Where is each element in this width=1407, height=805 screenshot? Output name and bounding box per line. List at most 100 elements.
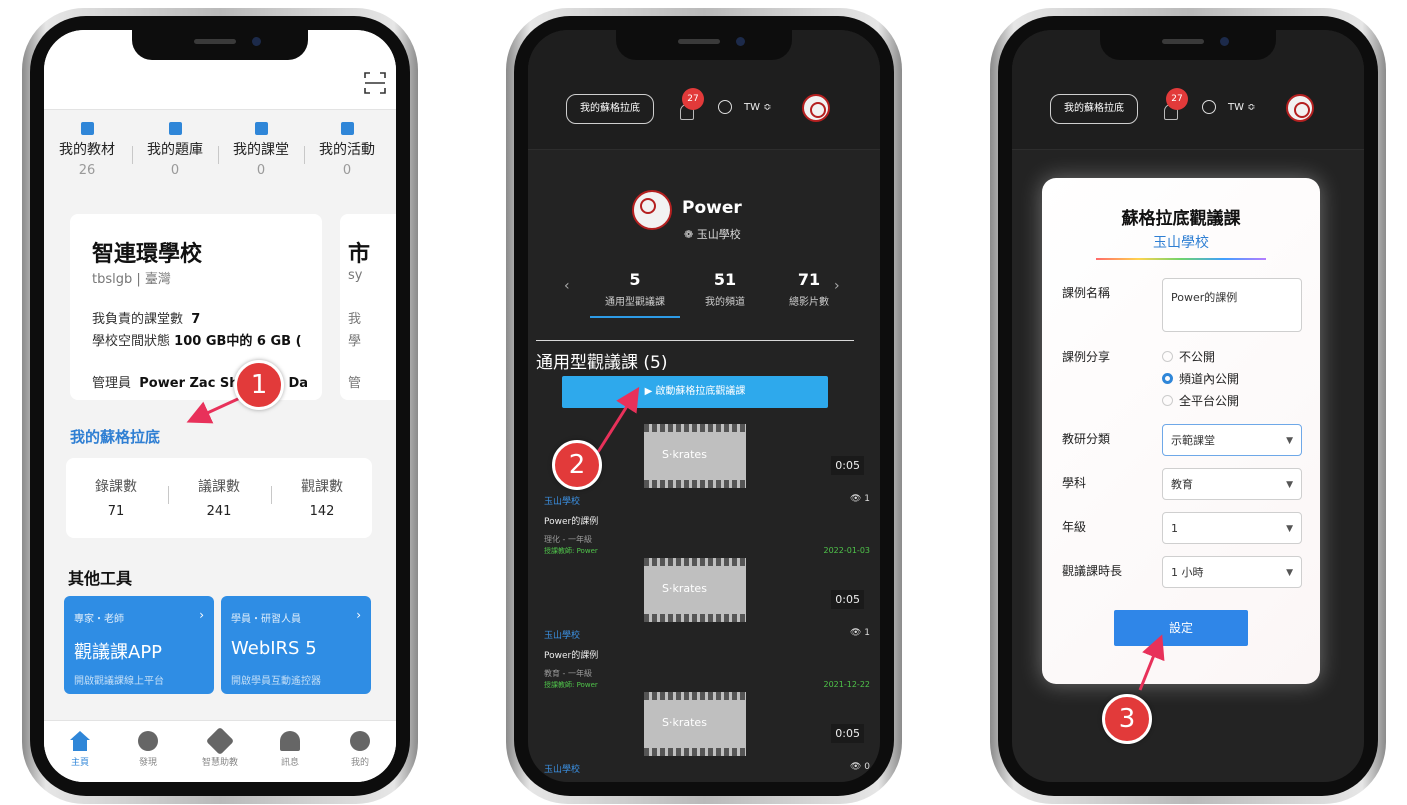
grade-select[interactable]: 1 ▼: [1162, 512, 1302, 544]
my-socrates-button[interactable]: 我的蘇格拉底: [566, 94, 654, 124]
stat-label: 我的活動: [319, 142, 375, 158]
school-card-next[interactable]: 市 sy 我 學 管: [340, 214, 396, 400]
home-body: 我的教材 26 我的題庫 0 我的課堂 0 我的活動 0 智連環學校 tbslg…: [44, 110, 396, 722]
video-date: 2022-01-03: [823, 546, 871, 555]
home-screen: 我的教材 26 我的題庫 0 我的課堂 0 我的活動 0 智連環學校 tbslg…: [44, 30, 396, 782]
tool-card-observation-app[interactable]: 專家・老師 › 觀議課APP 開啟觀議課線上平台: [64, 596, 214, 694]
tab-my-channel[interactable]: 51 我的頻道: [680, 270, 770, 308]
settings-screen: 我的蘇格拉底 27 TW ≎ 蘇格拉底觀議課 玉山學校 課例名稱 Power的課…: [1012, 30, 1364, 782]
video-title[interactable]: Power的課例: [544, 648, 598, 661]
school-card[interactable]: 智連環學校 tbslgb | 臺灣 我負責的課堂數 7 學校空間狀態 100 G…: [70, 214, 322, 400]
phone-notch: [616, 30, 792, 60]
phone-frame-socrates: 我的蘇格拉底 27 TW ≎ Power ❁ 玉山學校 ‹ 5 通用型觀議課 51…: [506, 8, 902, 804]
stat-label: 我的課堂: [233, 142, 289, 158]
chevron-right-icon: ›: [356, 608, 361, 622]
space-row: 學校空間狀態 100 GB中的 6 GB (: [92, 334, 302, 349]
start-observation-button[interactable]: ▶ 啟動蘇格拉底觀議課: [562, 376, 828, 408]
caret-down-icon: ▼: [1286, 436, 1293, 446]
section-title: 通用型觀議課 (5): [536, 353, 668, 373]
language-select[interactable]: TW ≎: [1228, 102, 1256, 113]
stat-classroom[interactable]: 我的課堂 0: [218, 122, 304, 178]
stat-materials[interactable]: 我的教材 26: [44, 122, 130, 178]
subject-select[interactable]: 教育 ▼: [1162, 468, 1302, 500]
admin-row: 管理員 Power Zac Shi Bella Da: [92, 376, 309, 391]
tab-assistant[interactable]: 智慧助教: [190, 726, 250, 768]
stat-question-bank[interactable]: 我的題庫 0: [132, 122, 218, 178]
share-radio-channel[interactable]: 頻道內公開: [1162, 370, 1239, 387]
stat-label: 我的教材: [59, 142, 115, 158]
phone-notch: [1100, 30, 1276, 60]
stat-value: 0: [170, 163, 180, 178]
socrates-screen: 我的蘇格拉底 27 TW ≎ Power ❁ 玉山學校 ‹ 5 通用型觀議課 51…: [528, 30, 880, 782]
chevron-right-icon: ›: [199, 608, 204, 622]
submit-button[interactable]: 設定: [1114, 610, 1248, 646]
divider: [1096, 258, 1266, 260]
video-title[interactable]: Power的課例: [544, 514, 598, 527]
tab-discover[interactable]: 發現: [118, 731, 178, 768]
profile-school: ❁ 玉山學校: [684, 228, 741, 241]
globe-icon[interactable]: [718, 100, 732, 114]
video-thumbnail[interactable]: S·krates: [644, 558, 746, 622]
bell-icon: [280, 731, 300, 751]
lesson-name-input[interactable]: Power的課例: [1162, 278, 1302, 332]
subject-label: 學科: [1062, 476, 1087, 490]
phone-notch: [132, 30, 308, 60]
radio-icon: [1162, 351, 1173, 362]
tab-me[interactable]: 我的: [330, 731, 390, 768]
school-name: 智連環學校: [92, 242, 203, 267]
stat-label: 我的題庫: [147, 142, 203, 158]
calendar-icon: [340, 122, 354, 135]
video-views: 👁 1: [849, 628, 870, 638]
tab-home[interactable]: 主頁: [50, 731, 110, 768]
grade-label: 年級: [1062, 520, 1087, 534]
tab-general-observation[interactable]: 5 通用型觀議課: [590, 270, 680, 318]
tool-title: 觀議課APP: [74, 642, 163, 663]
language-select[interactable]: TW ≎: [744, 102, 772, 113]
observation-settings-dialog: 蘇格拉底觀議課 玉山學校 課例名稱 Power的課例 課例分享 不公開 頻道內公…: [1042, 178, 1320, 684]
duration-select[interactable]: 1 小時 ▼: [1162, 556, 1302, 588]
avatar[interactable]: [1286, 94, 1314, 122]
clipboard-icon: [80, 122, 94, 135]
home-icon: [70, 731, 90, 751]
video-meta: 理化 - 一年級: [544, 535, 592, 544]
classes-row: 我負責的課堂數 7: [92, 312, 201, 327]
divider: [536, 340, 854, 341]
video-meta: 教育 - 一年級: [544, 669, 592, 678]
section-title: 其他工具: [68, 569, 133, 588]
chevron-left-icon[interactable]: ‹: [564, 278, 570, 294]
lesson-name-label: 課例名稱: [1062, 286, 1111, 300]
video-school[interactable]: 玉山學校: [544, 628, 580, 641]
my-socrates-link[interactable]: 我的蘇格拉底: [70, 426, 160, 447]
scan-icon[interactable]: [364, 72, 386, 94]
notification-badge: 27: [1166, 88, 1188, 110]
profile-avatar: [632, 190, 672, 230]
share-radio-private[interactable]: 不公開: [1162, 348, 1215, 365]
video-teacher: 授課教師: Power: [544, 681, 598, 689]
caret-down-icon: ▼: [1286, 568, 1293, 578]
tab-messages[interactable]: 訊息: [260, 731, 320, 768]
radio-selected-icon: [1162, 373, 1173, 384]
globe-icon[interactable]: [1202, 100, 1216, 114]
step-marker-1: 1: [234, 360, 284, 410]
tool-card-webirs[interactable]: 學員・研習人員 › WebIRS 5 開啟學員互動遙控器: [221, 596, 371, 694]
school-name: 市: [348, 242, 371, 267]
category-select[interactable]: 示範課堂 ▼: [1162, 424, 1302, 456]
video-thumbnail[interactable]: S·krates: [644, 424, 746, 488]
video-thumbnail[interactable]: S·krates: [644, 692, 746, 756]
my-socrates-button[interactable]: 我的蘇格拉底: [1050, 94, 1138, 124]
share-radio-public[interactable]: 全平台公開: [1162, 392, 1239, 409]
video-school[interactable]: 玉山學校: [544, 494, 580, 507]
video-duration: 0:05: [831, 590, 864, 609]
tab-total-videos[interactable]: 71 總影片數: [764, 270, 854, 308]
avatar[interactable]: [802, 94, 830, 122]
user-icon: [350, 731, 370, 751]
space-row: 學: [348, 334, 362, 349]
stat-activities[interactable]: 我的活動 0: [304, 122, 390, 178]
chevron-right-icon[interactable]: ›: [834, 278, 840, 294]
school-code: tbslgb | 臺灣: [92, 272, 171, 287]
phone-frame-home: 我的教材 26 我的題庫 0 我的課堂 0 我的活動 0 智連環學校 tbslg…: [22, 8, 418, 804]
dialog-subtitle: 玉山學校: [1153, 235, 1209, 251]
video-school[interactable]: 玉山學校: [544, 762, 580, 775]
stat-value: 0: [256, 163, 266, 178]
checklist-icon: [254, 122, 268, 135]
